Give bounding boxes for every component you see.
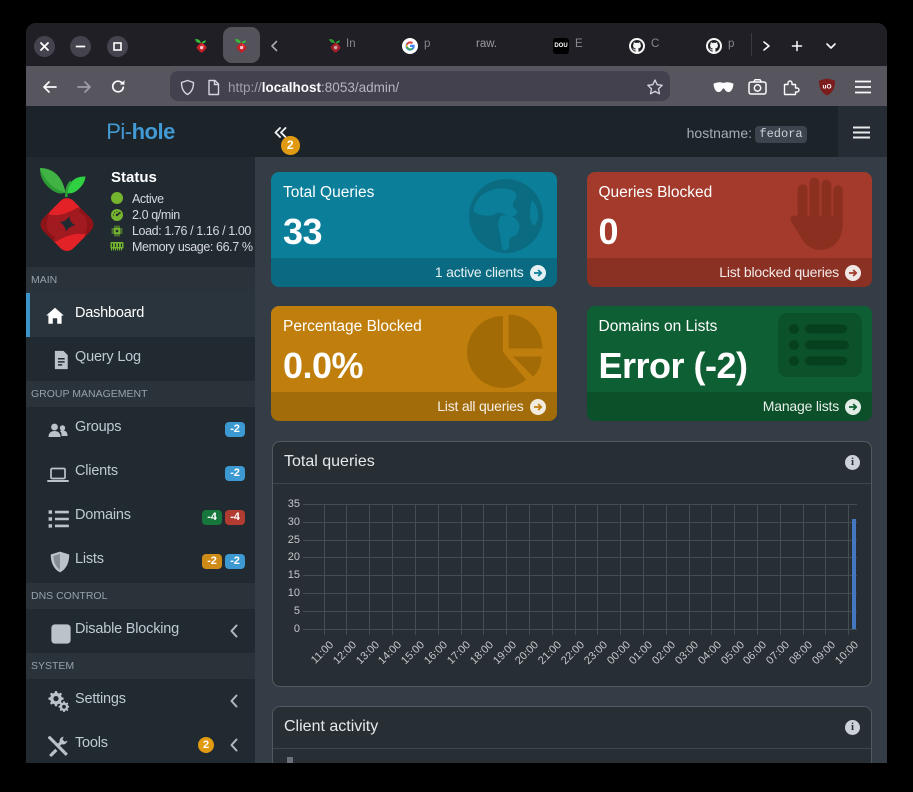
- svg-text:uO: uO: [822, 84, 831, 91]
